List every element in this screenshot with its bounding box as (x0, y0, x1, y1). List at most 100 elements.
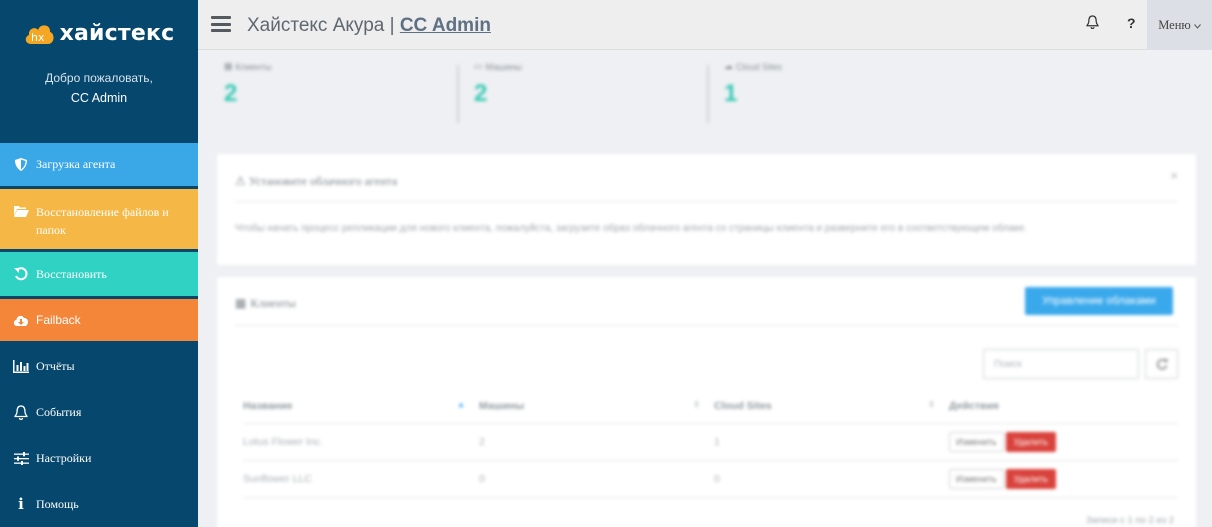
sort-icon: ⇕ (693, 400, 700, 409)
sidebar-item-download-agent[interactable]: Загрузка агента (0, 143, 198, 186)
table-header-row: Название ▲ Машины ⇕ Cloud Sites ⇕ Действия (243, 390, 1178, 424)
users-icon: ▦ (235, 296, 247, 310)
stats-row: ▦ Клиенты 2 ▭ Машины 2 ☁ Cloud Sites 1 (198, 51, 1212, 141)
install-agent-title-text: Установите облачного агента (248, 174, 398, 188)
col-actions: Действия (949, 390, 1178, 424)
brand-logo[interactable]: hx хайстекс (0, 0, 198, 66)
help-button[interactable]: ? (1127, 15, 1136, 31)
stat-clients: ▦ Клиенты 2 (224, 61, 272, 108)
edit-button[interactable]: Изменить (949, 468, 1004, 489)
users-icon: ▦ (224, 61, 233, 71)
stat-cloud-sites: ☁ Cloud Sites 1 (724, 61, 782, 108)
table-row: Lotus Flower Inc. 2 1 Изменить Удалить (243, 423, 1178, 461)
cell-actions: Изменить Удалить (949, 423, 1178, 461)
user-menu-label: Меню (1158, 17, 1191, 32)
stat-value: 2 (224, 80, 238, 107)
stat-divider (707, 65, 709, 123)
stat-value: 1 (724, 80, 738, 107)
sidebar-item-help[interactable]: i Помощь (0, 481, 198, 527)
dashboard-main: ▦ Клиенты 2 ▭ Машины 2 ☁ Cloud Sites 1 ⚠ Ус… (198, 51, 1212, 527)
records-info: Записи с 1 по 2 из 2 (1085, 515, 1174, 526)
divider (235, 201, 1178, 202)
top-header: Хайстекс Акура | CC Admin ? Меню (198, 0, 1212, 50)
welcome-greeting: Добро пожаловать, (45, 71, 153, 85)
sidebar-item-reports[interactable]: Отчёты (0, 343, 198, 389)
sidebar-item-label: Помощь (36, 496, 79, 511)
stat-divider (457, 65, 459, 123)
bell-icon (12, 404, 30, 420)
close-icon[interactable]: × (1170, 168, 1178, 183)
clients-card-title-text: Клиенты (250, 296, 296, 310)
cell-sites: 0 (714, 460, 949, 498)
sliders-icon (12, 451, 30, 465)
clients-card-title: ▦ Клиенты (235, 296, 296, 311)
sidebar-item-settings[interactable]: Настройки (0, 435, 198, 481)
undo-icon (12, 267, 30, 281)
sidebar-item-label: Отчёты (36, 358, 75, 373)
cell-name[interactable]: Sunflower LLC (243, 460, 479, 498)
sort-icon: ⇕ (928, 400, 935, 409)
sidebar-item-label: Failback (36, 313, 81, 327)
sidebar-item-label: Восстановить (36, 266, 107, 281)
sidebar-item-restore-files[interactable]: Восстановление файлов и папок (0, 189, 198, 249)
folder-open-icon (12, 205, 30, 217)
cell-sites: 1 (714, 423, 949, 461)
welcome-user: CC Admin (70, 91, 128, 105)
menu-toggle-icon[interactable] (211, 16, 231, 32)
edit-button[interactable]: Изменить (949, 431, 1004, 452)
cloud-icon: ☁ (724, 61, 733, 71)
cell-actions: Изменить Удалить (949, 460, 1178, 498)
logo-text: хайстекс (59, 20, 175, 46)
divider (235, 325, 1178, 326)
install-agent-title: ⚠ Установите облачного агента (235, 174, 397, 189)
page-title-prefix: Хайстекс Акура | (247, 15, 400, 36)
sidebar-item-label: Восстановление файлов и папок (36, 205, 169, 237)
sidebar: hx хайстекс Добро пожаловать, CC Admin З… (0, 0, 198, 527)
install-agent-card: ⚠ Установите облачного агента × Чтобы на… (217, 154, 1196, 265)
sort-asc-icon: ▲ (457, 400, 465, 409)
sidebar-item-restore[interactable]: Восстановить (0, 252, 198, 296)
sidebar-item-events[interactable]: События (0, 389, 198, 435)
col-machines[interactable]: Машины ⇕ (479, 390, 714, 424)
stat-label: Клиенты (235, 61, 272, 72)
sidebar-secondary-nav: Отчёты События Настройки i Помощь (0, 343, 198, 527)
clients-card: ▦ Клиенты Управление облаками Поиск Назв… (217, 277, 1196, 527)
user-menu-button[interactable]: Меню (1147, 0, 1212, 50)
stat-label: Cloud Sites (736, 61, 783, 72)
sidebar-item-failback[interactable]: Failback (0, 299, 198, 341)
refresh-icon (1156, 359, 1167, 370)
notifications-bell-icon[interactable] (1086, 15, 1099, 34)
delete-button[interactable]: Удалить (1005, 431, 1056, 452)
sidebar-item-label: Загрузка агента (36, 157, 116, 171)
cell-name[interactable]: Lotus Flower Inc. (243, 423, 479, 461)
search-input[interactable]: Поиск (983, 349, 1139, 379)
refresh-button[interactable] (1145, 349, 1178, 379)
admin-link[interactable]: CC Admin (400, 15, 491, 36)
bar-chart-icon (12, 359, 30, 373)
svg-text:hx: hx (31, 31, 45, 44)
cloud-download-icon (12, 314, 30, 326)
col-cloud-sites[interactable]: Cloud Sites ⇕ (714, 390, 949, 424)
logo-cloud-icon: hx (24, 20, 54, 46)
stat-machines: ▭ Машины 2 (474, 61, 522, 108)
cell-machines: 0 (479, 460, 714, 498)
manage-clouds-button[interactable]: Управление облаками (1025, 287, 1173, 315)
sidebar-nav: Загрузка агента Восстановление файлов и … (0, 143, 198, 527)
delete-button[interactable]: Удалить (1005, 468, 1056, 489)
welcome-block: Добро пожаловать, CC Admin (0, 70, 198, 107)
info-icon: i (18, 495, 24, 513)
cell-machines: 2 (479, 423, 714, 461)
stat-label: Машины (485, 61, 522, 72)
chevron-down-icon (1193, 18, 1201, 33)
shield-icon (12, 158, 30, 171)
stat-value: 2 (474, 80, 488, 107)
page-title: Хайстекс Акура | CC Admin (247, 15, 491, 37)
sidebar-item-label: События (36, 404, 82, 419)
table-row: Sunflower LLC 0 0 Изменить Удалить (243, 460, 1178, 498)
sidebar-item-label: Настройки (36, 450, 92, 465)
warning-icon: ⚠ (235, 174, 246, 188)
clients-table: Название ▲ Машины ⇕ Cloud Sites ⇕ Действия … (243, 390, 1178, 498)
install-agent-text: Чтобы начать процесс репликации для ново… (235, 223, 1028, 234)
col-name[interactable]: Название ▲ (243, 390, 479, 424)
monitor-icon: ▭ (474, 61, 483, 71)
